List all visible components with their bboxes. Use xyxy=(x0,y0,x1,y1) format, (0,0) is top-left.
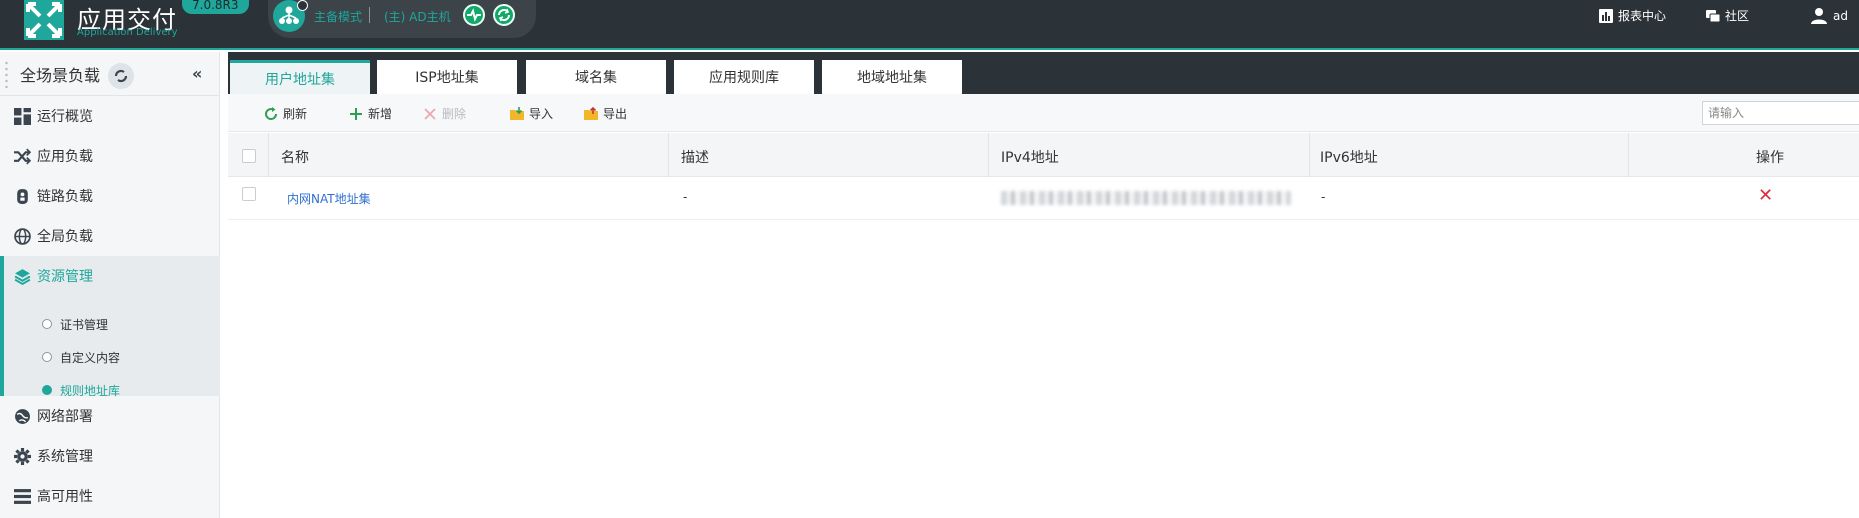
radio-dot-icon xyxy=(42,352,52,362)
column-header-desc[interactable]: 描述 xyxy=(681,147,709,167)
column-header-action: 操作 xyxy=(1756,150,1784,166)
top-header: 应用交付 Application Delivery 7.0.8R3 主备模式 (… xyxy=(0,0,1859,50)
link-device-icon xyxy=(17,188,28,204)
list-icon xyxy=(14,488,31,504)
tab-bar: 用户地址集 ISP地址集 域名集 应用规则库 地域地址集 xyxy=(228,52,1859,94)
bar-chart-icon xyxy=(1599,8,1613,23)
sidebar-item-label: 运行概览 xyxy=(37,109,93,125)
globe-icon xyxy=(14,227,31,245)
sidebar-item-network[interactable]: 网络部署 xyxy=(0,396,220,436)
sidebar-item-overview[interactable]: 运行概览 xyxy=(0,96,220,136)
select-all-checkbox[interactable] xyxy=(242,149,256,163)
report-center-link[interactable]: 报表中心 xyxy=(1599,7,1666,24)
column-header-name[interactable]: 名称 xyxy=(281,147,309,167)
node-badge-icon xyxy=(297,0,308,11)
import-button[interactable]: 导入 xyxy=(510,105,553,122)
sidebar-item-label: 系统管理 xyxy=(37,449,93,465)
ha-separator xyxy=(369,7,370,23)
sidebar-item-label: 应用负载 xyxy=(37,149,93,165)
version-badge: 7.0.8R3 xyxy=(182,0,249,14)
sidebar-item-app-load[interactable]: 应用负载 xyxy=(0,136,220,176)
delete-label: 删除 xyxy=(442,107,467,121)
column-divider xyxy=(668,133,669,177)
report-center-label: 报表中心 xyxy=(1618,9,1667,23)
add-label: 新增 xyxy=(368,107,393,121)
tab-isp-address-set[interactable]: ISP地址集 xyxy=(377,60,517,94)
column-divider xyxy=(268,133,269,177)
row-ipv6: - xyxy=(1321,190,1326,204)
user-avatar-icon xyxy=(1811,8,1827,24)
refresh-button[interactable]: 刷新 xyxy=(264,105,307,122)
ha-host-label: (主) AD主机 xyxy=(384,10,451,24)
column-header-ipv4[interactable]: IPv4地址 xyxy=(1001,147,1059,167)
gear-icon xyxy=(14,447,31,465)
refresh-icon xyxy=(265,106,278,120)
row-ipv4-redacted xyxy=(1001,191,1291,205)
export-label: 导出 xyxy=(603,107,628,121)
dashboard-icon xyxy=(14,107,31,125)
export-button[interactable]: 导出 xyxy=(584,105,627,122)
sidebar-subitem-custom[interactable]: 自定义内容 xyxy=(42,345,120,369)
tab-user-address-set[interactable]: 用户地址集 xyxy=(230,60,370,94)
network-globe-icon xyxy=(15,408,30,424)
column-header-ipv6[interactable]: IPv6地址 xyxy=(1320,147,1378,167)
sidebar-item-resource-mgmt[interactable]: 资源管理 xyxy=(0,256,220,296)
sidebar-item-ha[interactable]: 高可用性 xyxy=(0,476,220,516)
community-link[interactable]: 社区 xyxy=(1706,7,1749,24)
collapse-sidebar-icon[interactable]: « xyxy=(192,64,202,83)
row-name-link[interactable]: 内网NAT地址集 xyxy=(287,190,371,207)
row-checkbox[interactable] xyxy=(242,187,256,201)
radio-dot-icon xyxy=(42,319,52,329)
toolbar: 刷新 新增 删除 导入 导出 xyxy=(228,94,1859,132)
tab-app-rules[interactable]: 应用规则库 xyxy=(674,60,814,94)
sidebar-item-system[interactable]: 系统管理 xyxy=(0,436,220,476)
radio-dot-icon xyxy=(42,385,52,395)
delete-button[interactable]: 删除 xyxy=(423,105,466,122)
sidebar-item-label: 链路负载 xyxy=(37,189,93,205)
drag-handle-icon[interactable] xyxy=(5,60,8,88)
row-delete-icon[interactable]: ✕ xyxy=(1758,185,1773,206)
export-folder-icon xyxy=(584,106,598,120)
app-subtitle: Application Delivery xyxy=(77,27,178,38)
sidebar-item-label: 高可用性 xyxy=(37,489,93,505)
sidebar-item-link-load[interactable]: 链路负载 xyxy=(0,176,220,216)
refresh-label: 刷新 xyxy=(283,107,308,121)
sidebar-item-label: 网络部署 xyxy=(37,409,93,425)
search-input[interactable] xyxy=(1702,101,1859,125)
sidebar-item-label: 全局负载 xyxy=(37,229,93,245)
switch-scene-icon[interactable] xyxy=(108,63,134,89)
sidebar-item-label: 资源管理 xyxy=(37,269,93,285)
column-divider xyxy=(1309,133,1310,177)
shuffle-icon xyxy=(14,147,31,165)
column-divider xyxy=(988,133,989,177)
import-label: 导入 xyxy=(529,107,554,121)
column-divider xyxy=(1628,133,1629,177)
main-content: 用户地址集 ISP地址集 域名集 应用规则库 地域地址集 刷新 新增 删除 导入… xyxy=(228,52,1859,518)
cluster-node-icon xyxy=(273,0,308,32)
sidebar-subitem-label: 自定义内容 xyxy=(60,350,121,365)
import-folder-icon xyxy=(510,106,524,120)
ha-status-pill[interactable]: 主备模式 (主) AD主机 xyxy=(268,0,536,38)
sidebar-subitem-cert[interactable]: 证书管理 xyxy=(42,312,108,336)
user-menu[interactable]: ad xyxy=(1810,7,1848,25)
ha-mode-label: 主备模式 xyxy=(314,10,363,24)
community-label: 社区 xyxy=(1725,9,1750,23)
sidebar-item-global-load[interactable]: 全局负载 xyxy=(0,216,220,256)
tab-region-address-set[interactable]: 地域地址集 xyxy=(822,60,962,94)
heartbeat-status-icon[interactable] xyxy=(463,4,485,26)
sidebar-subitem-label: 证书管理 xyxy=(60,317,109,332)
close-icon xyxy=(424,107,436,120)
user-name: ad xyxy=(1833,9,1848,23)
sync-status-icon[interactable] xyxy=(493,4,515,26)
app-logo-icon xyxy=(24,0,64,40)
row-desc: - xyxy=(683,190,688,204)
tab-domain-set[interactable]: 域名集 xyxy=(526,60,666,94)
chat-bubbles-icon xyxy=(1706,9,1720,22)
plus-icon xyxy=(350,107,362,120)
layers-icon xyxy=(14,268,31,285)
sidebar: 全场景负载 « 运行概览 应用负载 链路负载 全局负载 资源管理 证书管理 自定… xyxy=(0,52,220,518)
add-button[interactable]: 新增 xyxy=(349,105,392,122)
sidebar-title[interactable]: 全场景负载 xyxy=(20,62,100,86)
